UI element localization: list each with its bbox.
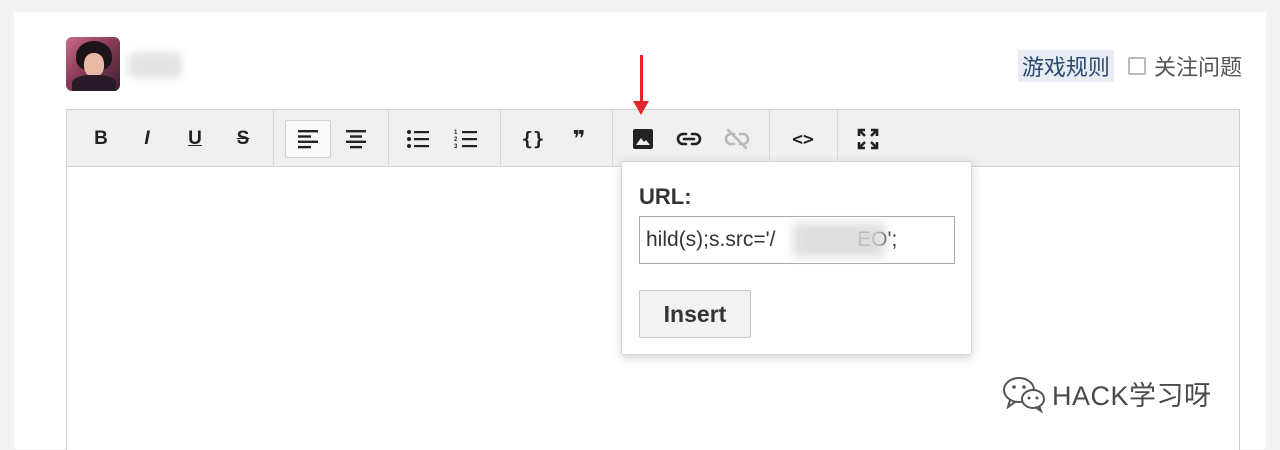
svg-text:1: 1 — [454, 130, 458, 136]
toolbar-separator — [769, 110, 770, 166]
source-code-button[interactable]: <> — [783, 120, 823, 158]
italic-button[interactable]: I — [127, 120, 167, 158]
game-rules-link[interactable]: 游戏规则 — [1017, 50, 1114, 82]
italic-icon: I — [144, 128, 150, 149]
insert-image-button[interactable] — [623, 120, 663, 158]
insert-button[interactable]: Insert — [639, 290, 751, 338]
wechat-icon — [1003, 376, 1045, 413]
numbered-list-button[interactable]: 123 — [446, 120, 486, 158]
fullscreen-icon — [857, 128, 879, 150]
svg-text:3: 3 — [454, 144, 458, 149]
bulleted-list-icon — [407, 130, 429, 148]
align-left-button[interactable] — [285, 120, 331, 158]
follow-question-label: 关注问题 — [1153, 55, 1242, 80]
bulleted-list-button[interactable] — [398, 120, 438, 158]
username-redacted — [128, 52, 182, 78]
annotation-arrow-shaft — [640, 55, 643, 105]
header-links: 游戏规则 关注问题 — [1017, 50, 1242, 82]
bold-icon: B — [94, 128, 108, 149]
toolbar-separator — [273, 110, 274, 166]
unlink-icon — [724, 128, 750, 150]
toolbar-separator — [500, 110, 501, 166]
code-icon: <> — [792, 128, 814, 150]
underline-icon: U — [188, 128, 202, 149]
image-icon — [633, 129, 653, 149]
numbered-list-icon: 123 — [454, 130, 477, 149]
follow-question-link[interactable]: 关注问题 — [1127, 50, 1242, 82]
strikethrough-icon: S — [236, 128, 250, 149]
user-avatar[interactable] — [66, 37, 120, 91]
url-redaction — [793, 223, 885, 257]
link-icon — [676, 132, 702, 146]
watermark-text: HACK学习呀 — [1052, 381, 1212, 411]
toolbar-separator — [388, 110, 389, 166]
curly-braces-icon: {} — [521, 128, 545, 150]
remove-link-button[interactable] — [717, 120, 757, 158]
annotation-arrow-head-icon — [633, 101, 649, 115]
watermark: HACK学习呀 — [1002, 374, 1212, 413]
follow-checkbox-icon[interactable] — [1127, 57, 1146, 75]
underline-button[interactable]: U — [175, 120, 215, 158]
strikethrough-button[interactable]: S — [223, 120, 263, 158]
align-center-icon — [346, 130, 366, 149]
url-label: URL: — [639, 184, 692, 209]
blockquote-button[interactable]: ❞ — [559, 120, 599, 158]
editor-toolbar: B I U S 123 {} ❞ <> — [67, 110, 1239, 167]
svg-text:2: 2 — [454, 137, 458, 143]
bold-button[interactable]: B — [81, 120, 121, 158]
align-left-icon — [298, 130, 318, 149]
quote-icon: ❞ — [572, 126, 586, 152]
fullscreen-button[interactable] — [848, 120, 888, 158]
align-center-button[interactable] — [333, 120, 379, 158]
toolbar-separator — [612, 110, 613, 166]
code-block-button[interactable]: {} — [513, 120, 553, 158]
image-url-popover: URL: Insert — [621, 161, 972, 355]
toolbar-separator — [837, 110, 838, 166]
insert-link-button[interactable] — [669, 120, 709, 158]
